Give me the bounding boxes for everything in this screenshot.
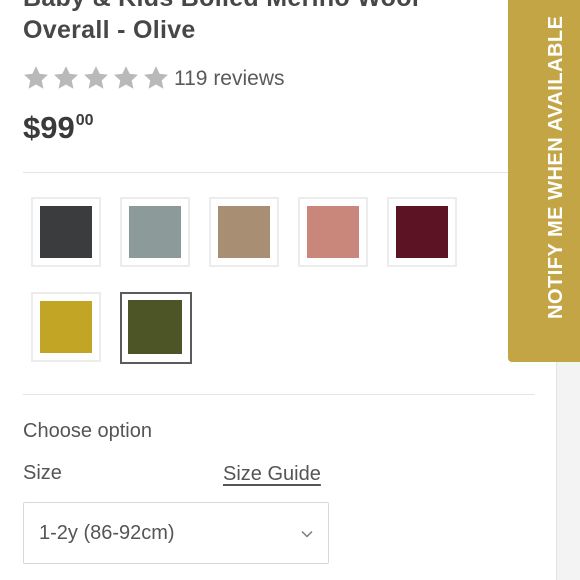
swatch-grey-blue[interactable]: [120, 197, 190, 267]
swatch-color: [128, 300, 182, 354]
divider: [23, 172, 535, 173]
swatch-charcoal[interactable]: [31, 197, 101, 267]
price: $9900: [23, 110, 94, 146]
choose-option-heading: Choose option: [23, 420, 152, 442]
star-icon: [112, 64, 142, 94]
swatch-color: [307, 206, 359, 258]
swatch-color: [218, 206, 270, 258]
size-select[interactable]: 1-2y (86-92cm): [23, 502, 329, 564]
star-icon: [52, 64, 82, 94]
rating[interactable]: 119 reviews: [22, 64, 285, 94]
star-icon: [82, 64, 112, 94]
swatch-burgundy[interactable]: [387, 197, 457, 267]
swatch-olive-selected[interactable]: [120, 292, 192, 364]
star-rating: [22, 64, 172, 94]
size-label: Size: [23, 462, 62, 484]
notify-me-button[interactable]: NOTIFY ME WHEN AVAILABLE: [508, 0, 580, 362]
price-main: $99: [23, 110, 75, 145]
product-title: Baby & Kids Boiled Merino Wool Overall -…: [23, 0, 419, 44]
swatch-color: [396, 206, 448, 258]
star-icon: [22, 64, 52, 94]
price-cents: 00: [75, 112, 94, 129]
swatch-rose[interactable]: [298, 197, 368, 267]
notify-me-label: NOTIFY ME WHEN AVAILABLE: [545, 15, 567, 319]
size-guide-link[interactable]: Size Guide: [223, 463, 321, 486]
swatch-color: [40, 301, 92, 353]
swatch-color: [40, 206, 92, 258]
scrollbar[interactable]: [556, 362, 580, 580]
divider: [23, 394, 535, 395]
reviews-link[interactable]: 119 reviews: [174, 67, 285, 91]
swatch-mustard[interactable]: [31, 292, 101, 362]
chevron-down-icon: [301, 526, 313, 538]
swatch-color: [129, 206, 181, 258]
star-icon: [142, 64, 172, 94]
size-select-value: 1-2y (86-92cm): [39, 521, 175, 544]
swatch-tan[interactable]: [209, 197, 279, 267]
